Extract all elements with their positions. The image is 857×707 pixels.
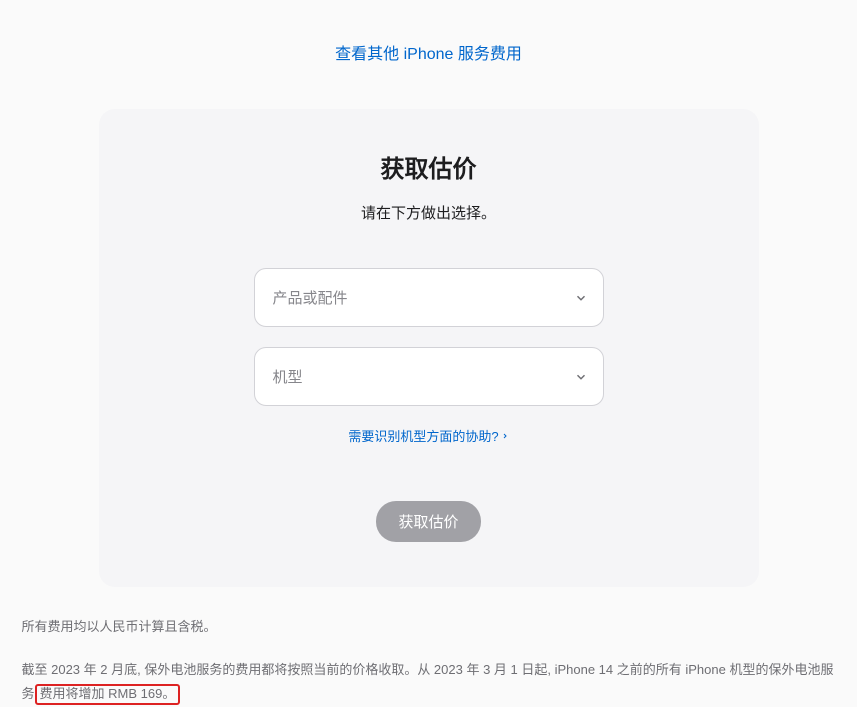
footer-price-notice: 截至 2023 年 2 月底, 保外电池服务的费用都将按照当前的价格收取。从 2… bbox=[22, 658, 836, 707]
chevron-right-icon bbox=[501, 432, 509, 440]
model-select[interactable]: 机型 bbox=[254, 347, 604, 406]
price-increase-highlight: 费用将增加 RMB 169。 bbox=[35, 684, 181, 705]
card-subtitle: 请在下方做出选择。 bbox=[129, 202, 729, 223]
other-service-fees-link[interactable]: 查看其他 iPhone 服务费用 bbox=[335, 46, 522, 63]
help-link-text: 需要识别机型方面的协助? bbox=[348, 426, 498, 445]
product-select-wrapper: 产品或配件 bbox=[254, 268, 604, 327]
get-estimate-button[interactable]: 获取估价 bbox=[376, 501, 480, 542]
model-select-wrapper: 机型 bbox=[254, 347, 604, 406]
product-select[interactable]: 产品或配件 bbox=[254, 268, 604, 327]
product-select-placeholder: 产品或配件 bbox=[273, 287, 348, 308]
estimate-button-wrapper: 获取估价 bbox=[129, 501, 729, 542]
footer-tax-note: 所有费用均以人民币计算且含税。 bbox=[22, 615, 836, 640]
footer-text: 所有费用均以人民币计算且含税。 截至 2023 年 2 月底, 保外电池服务的费… bbox=[14, 615, 844, 707]
estimate-card: 获取估价 请在下方做出选择。 产品或配件 机型 需要识别机型方面的协助? bbox=[99, 109, 759, 587]
card-title: 获取估价 bbox=[129, 149, 729, 184]
top-link-wrapper: 查看其他 iPhone 服务费用 bbox=[10, 40, 847, 64]
help-link-wrapper: 需要识别机型方面的协助? bbox=[129, 426, 729, 446]
model-select-placeholder: 机型 bbox=[273, 366, 303, 387]
identify-model-help-link[interactable]: 需要识别机型方面的协助? bbox=[348, 426, 508, 445]
